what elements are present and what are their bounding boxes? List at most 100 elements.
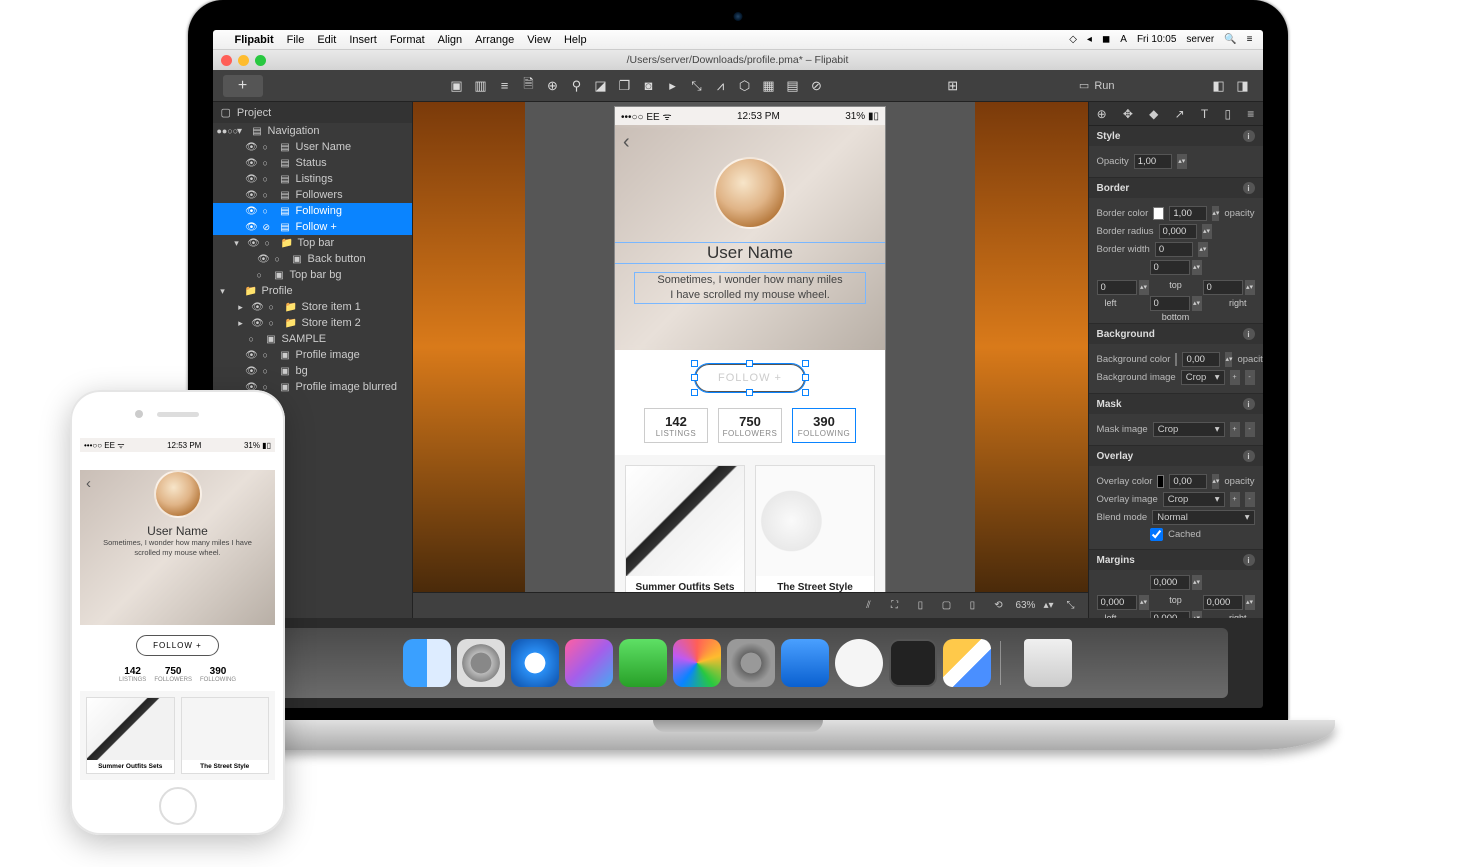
stepper-icon[interactable]: ▴▾ xyxy=(1177,154,1187,169)
tool-doc-icon[interactable]: 🗎 xyxy=(519,76,539,96)
dock-terminal-icon[interactable] xyxy=(889,639,937,687)
tool-text-icon[interactable]: ≡ xyxy=(495,76,515,96)
tool-image-icon[interactable]: ▣ xyxy=(447,76,467,96)
card-2[interactable]: The Street Style xyxy=(755,465,875,592)
bg-image-select[interactable]: Crop▾ xyxy=(1181,370,1225,385)
outline-store2[interactable]: ▸👁○📁Store item 2 xyxy=(213,315,412,331)
outline-navigation[interactable]: ●●○○▾▤Navigation xyxy=(213,123,412,139)
tool-chart-icon[interactable]: ⤡ xyxy=(687,76,707,96)
tool-video-icon[interactable]: ▸ xyxy=(663,76,683,96)
tool-web-icon[interactable]: ⊕ xyxy=(543,76,563,96)
bg-color-swatch[interactable] xyxy=(1175,353,1177,366)
insp-tab-db-icon[interactable]: ≡ xyxy=(1247,107,1254,121)
phone-card-2[interactable]: The Street Style xyxy=(181,697,270,774)
menu-view[interactable]: View xyxy=(527,34,551,46)
menubar-clock[interactable]: Fri 10:05 xyxy=(1137,34,1176,45)
menu-file[interactable]: File xyxy=(287,34,305,46)
tool-check-icon[interactable]: ⊘ xyxy=(807,76,827,96)
collapse-icon[interactable]: ⤡ xyxy=(1062,597,1080,615)
canvas-area[interactable]: •••○○ EE ᯤ 12:53 PM 31% ▮▯ ‹ User Name S… xyxy=(413,102,1088,618)
phone-stat-followers[interactable]: 750FOLLOWERS xyxy=(154,666,192,683)
outline-item-status[interactable]: 👁○▤Status xyxy=(213,155,412,171)
zoom-value[interactable]: 63% xyxy=(1015,600,1035,611)
dock-trash-icon[interactable] xyxy=(1024,639,1072,687)
device-portrait-icon[interactable]: ▯ xyxy=(911,597,929,615)
phone-card-1[interactable]: Summer Outfits Sets xyxy=(86,697,175,774)
tool-grid-icon[interactable]: ▤ xyxy=(783,76,803,96)
outline-topbar-bg[interactable]: ○▣Top bar bg xyxy=(213,267,412,283)
outline-item-following[interactable]: 👁○▤Following xyxy=(213,203,412,219)
traffic-lights[interactable] xyxy=(221,55,266,66)
tool-list-icon[interactable]: ▥ xyxy=(471,76,491,96)
device-rotate-icon[interactable]: ⟲ xyxy=(989,597,1007,615)
tool-graph-icon[interactable]: ⩘ xyxy=(711,76,731,96)
back-icon[interactable]: ‹ xyxy=(623,131,630,154)
outline-sample[interactable]: ○▣SAMPLE xyxy=(213,331,412,347)
menu-align[interactable]: Align xyxy=(438,34,462,46)
inspector-panel[interactable]: ⊕ ✥ ◆ ↗ T ▯ ≡ Stylei Opacity▴▾ Borderi B… xyxy=(1088,102,1263,618)
info-icon[interactable]: i xyxy=(1243,182,1255,194)
dock-music-icon[interactable] xyxy=(565,639,613,687)
tool-camera-icon[interactable]: ◙ xyxy=(639,76,659,96)
dock-photos-icon[interactable] xyxy=(673,639,721,687)
outline-item-follow-plus[interactable]: 👁⊘▤Follow + xyxy=(213,219,412,235)
device-preview[interactable]: •••○○ EE ᯤ 12:53 PM 31% ▮▯ ‹ User Name S… xyxy=(615,107,885,592)
hatch-icon[interactable]: ⫽ xyxy=(859,597,877,615)
tool-map-icon[interactable]: ⚲ xyxy=(567,76,587,96)
plus-button[interactable]: + xyxy=(1230,370,1240,385)
border-radius-input[interactable] xyxy=(1159,224,1197,239)
device-tablet-icon[interactable]: ▢ xyxy=(937,597,955,615)
insp-tab-data-icon[interactable]: ▯ xyxy=(1224,107,1231,121)
phone-follow-button[interactable]: FOLLOW + xyxy=(136,635,219,656)
tool-3d-icon[interactable]: ⬡ xyxy=(735,76,755,96)
menu-app[interactable]: Flipabit xyxy=(235,34,274,46)
dock-settings-icon[interactable] xyxy=(727,639,775,687)
opacity-input[interactable] xyxy=(1134,154,1172,169)
overlay-color-swatch[interactable] xyxy=(1157,475,1164,488)
device-username[interactable]: User Name xyxy=(615,243,885,263)
dock-flipabit-icon[interactable] xyxy=(943,639,991,687)
menu-list-icon[interactable]: ≡ xyxy=(1247,34,1253,45)
outline-profile-image[interactable]: 👁○▣Profile image xyxy=(213,347,412,363)
outline-item-listings[interactable]: 👁○▤Listings xyxy=(213,171,412,187)
dock-safari-icon[interactable] xyxy=(511,639,559,687)
phone-avatar[interactable] xyxy=(154,470,202,518)
insp-tab-move-icon[interactable]: ✥ xyxy=(1123,107,1133,121)
dock-launchpad-icon[interactable] xyxy=(457,639,505,687)
menubar-user[interactable]: server xyxy=(1186,34,1214,45)
stat-followers[interactable]: 750FOLLOWERS xyxy=(718,408,782,443)
mask-select[interactable]: Crop▾ xyxy=(1153,422,1225,437)
blend-select[interactable]: Normal▾ xyxy=(1152,510,1254,525)
add-button[interactable]: + xyxy=(223,75,263,97)
outline-bg[interactable]: 👁○▣bg xyxy=(213,363,412,379)
volume-icon[interactable]: ◂ xyxy=(1087,34,1092,45)
device-bio[interactable]: Sometimes, I wonder how many milesI have… xyxy=(635,273,865,303)
info-icon[interactable]: i xyxy=(1243,130,1255,142)
tool-calendar-icon[interactable]: ▦ xyxy=(759,76,779,96)
fit-icon[interactable]: ⛶ xyxy=(885,597,903,615)
dock-facetime-icon[interactable] xyxy=(619,639,667,687)
outline-profile[interactable]: ▾📁Profile xyxy=(213,283,412,299)
menu-help[interactable]: Help xyxy=(564,34,587,46)
panel-right-icon[interactable]: ◨ xyxy=(1233,76,1253,96)
zoom-stepper-icon[interactable]: ▴▾ xyxy=(1043,600,1053,611)
card-1[interactable]: Summer Outfits Sets xyxy=(625,465,745,592)
tool-grid-toggle-icon[interactable]: ⊞ xyxy=(943,76,963,96)
avatar[interactable] xyxy=(714,157,786,229)
dock-finder-icon[interactable] xyxy=(403,639,451,687)
input-icon[interactable]: A xyxy=(1120,34,1127,45)
overlay-image-select[interactable]: Crop▾ xyxy=(1163,492,1225,507)
insp-tab-text-icon[interactable]: T xyxy=(1201,107,1208,121)
outline-store1[interactable]: ▸👁○📁Store item 1 xyxy=(213,299,412,315)
outline-item-followers[interactable]: 👁○▤Followers xyxy=(213,187,412,203)
insp-tab-geometry-icon[interactable]: ⊕ xyxy=(1097,107,1107,121)
device-phone-icon[interactable]: ▯ xyxy=(963,597,981,615)
menu-insert[interactable]: Insert xyxy=(349,34,377,46)
dock-github-icon[interactable] xyxy=(835,639,883,687)
menu-format[interactable]: Format xyxy=(390,34,425,46)
run-button[interactable]: ▭Run xyxy=(1079,79,1115,92)
inspector-tabs[interactable]: ⊕ ✥ ◆ ↗ T ▯ ≡ xyxy=(1089,102,1263,126)
minus-button[interactable]: - xyxy=(1245,370,1255,385)
insp-tab-action-icon[interactable]: ↗ xyxy=(1175,107,1185,121)
wifi-icon[interactable]: ◇ xyxy=(1069,34,1077,45)
